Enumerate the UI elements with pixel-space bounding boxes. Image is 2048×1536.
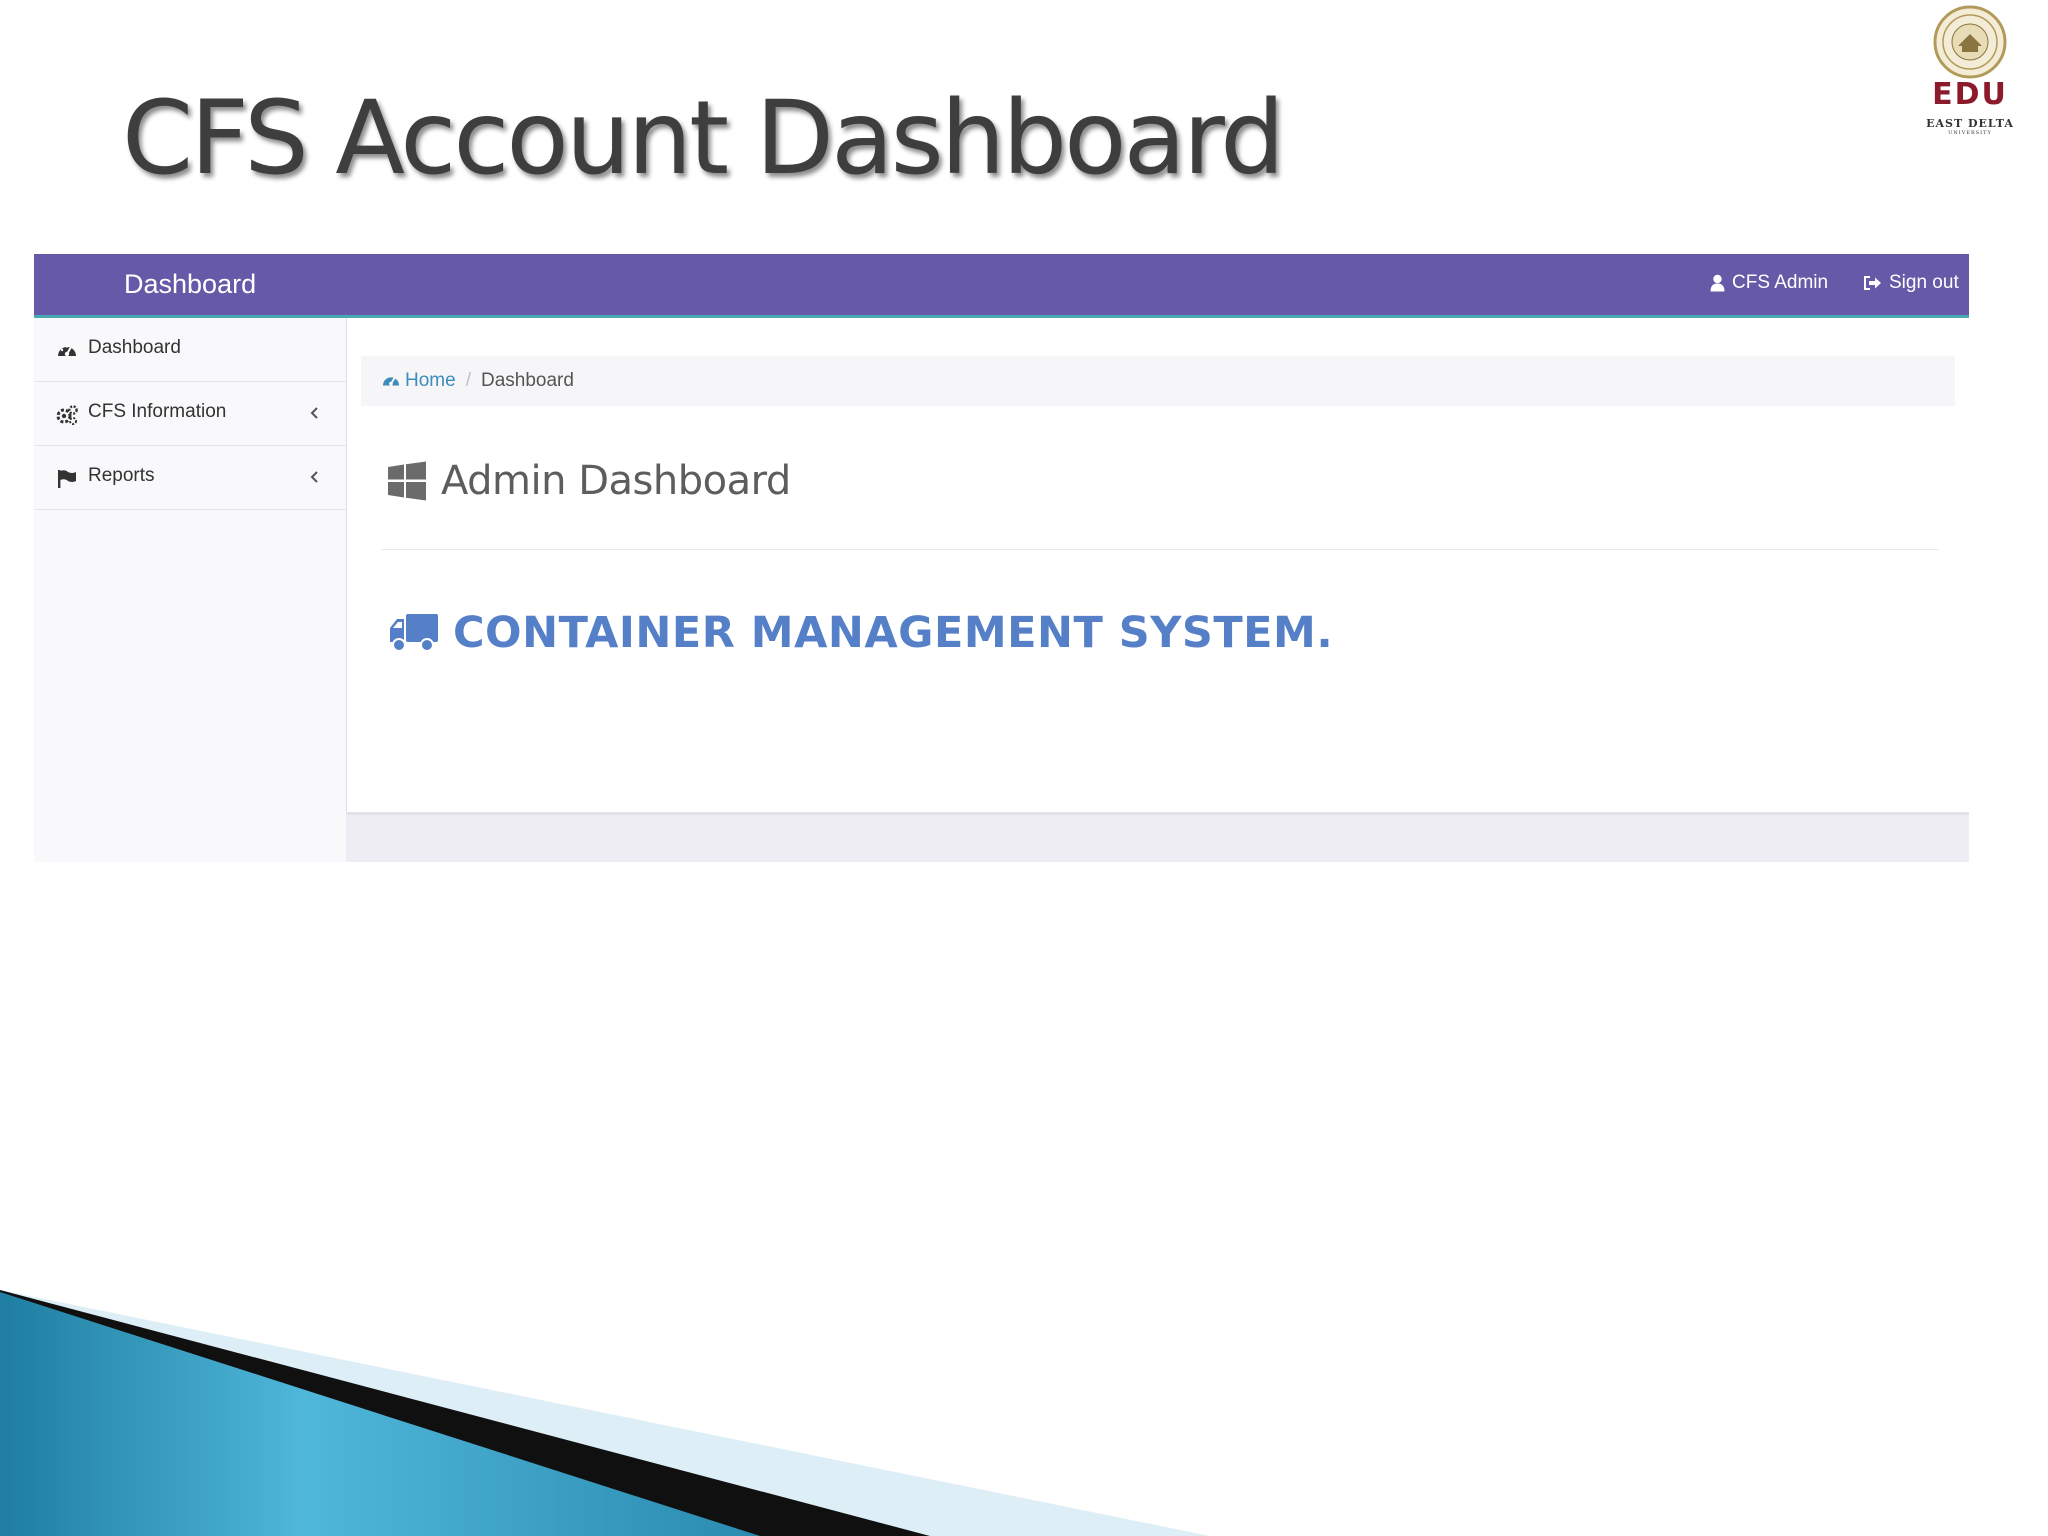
university-logo: EDU EAST DELTA UNIVERSITY	[1920, 4, 2020, 136]
breadcrumb-home-label: Home	[405, 370, 456, 391]
university-seal-icon	[1933, 5, 2007, 79]
sidebar-item-label: Dashboard	[88, 337, 181, 358]
page-header: Admin Dashboard	[387, 458, 791, 504]
main-content: Home / Dashboard Admin Dashboard CONTAIN…	[346, 318, 1969, 812]
breadcrumb-home-link[interactable]: Home	[381, 370, 456, 392]
dashboard-icon	[382, 377, 400, 386]
sidebar-item-dashboard[interactable]: Dashboard	[34, 318, 346, 382]
breadcrumb: Home / Dashboard	[361, 356, 1955, 406]
sidebar-item-cfs-information[interactable]: CFS Information	[34, 382, 346, 446]
truck-icon	[390, 614, 438, 652]
sidebar-item-label: CFS Information	[88, 401, 227, 422]
chevron-left-icon	[310, 471, 318, 483]
sign-out-icon	[1864, 276, 1881, 291]
slide-title: CFS Account Dashboard	[122, 79, 1285, 198]
logo-wordmark: EDU	[1932, 77, 2008, 112]
breadcrumb-separator: /	[465, 370, 471, 391]
flag-icon	[58, 470, 76, 488]
sign-out-link[interactable]: Sign out	[1863, 270, 1959, 297]
windows-icon	[388, 461, 426, 501]
top-navbar: Dashboard CFS Admin Sign out	[34, 254, 1969, 318]
content-footer	[346, 812, 1969, 862]
logo-subtext: EAST DELTA	[1926, 117, 2014, 130]
sign-out-label: Sign out	[1889, 272, 1959, 293]
gears-icon	[56, 405, 78, 425]
page-title: Admin Dashboard	[441, 458, 791, 504]
app-window: Dashboard CFS Admin Sign out Dashboard C…	[34, 254, 1969, 862]
logo-subtext-2: UNIVERSITY	[1948, 130, 1992, 136]
brand-logo[interactable]: Dashboard	[124, 268, 256, 300]
user-name: CFS Admin	[1732, 272, 1829, 293]
system-banner: CONTAINER MANAGEMENT SYSTEM.	[389, 608, 1333, 658]
chevron-left-icon	[310, 407, 318, 419]
user-menu[interactable]: CFS Admin	[1710, 270, 1828, 297]
breadcrumb-current: Dashboard	[480, 370, 574, 391]
sidebar-item-reports[interactable]: Reports	[34, 446, 346, 510]
dashboard-icon	[58, 345, 76, 357]
sidebar: Dashboard CFS Information Reports	[34, 318, 346, 862]
user-icon	[1710, 275, 1725, 292]
sidebar-item-label: Reports	[88, 465, 155, 486]
system-title: CONTAINER MANAGEMENT SYSTEM.	[453, 608, 1334, 658]
content-divider	[381, 549, 1939, 550]
slide-swoosh-decoration	[0, 1290, 1210, 1536]
